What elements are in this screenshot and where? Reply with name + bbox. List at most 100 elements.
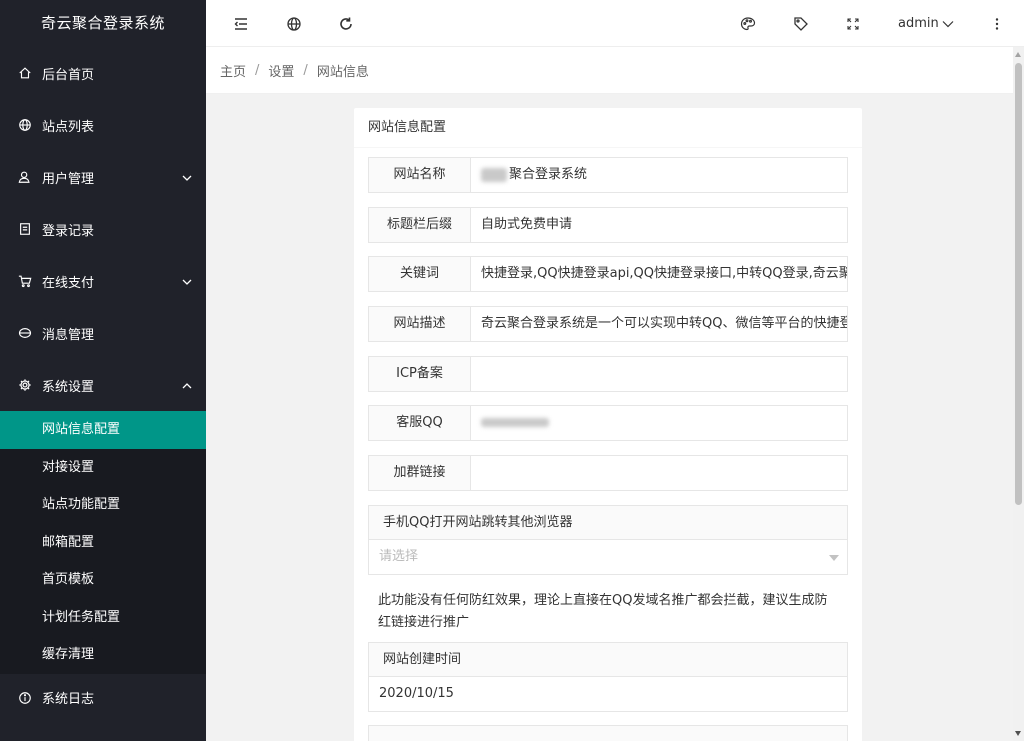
redacted-blur [481, 418, 549, 428]
select-title: 手机QQ打开网站跳转其他浏览器 [369, 505, 847, 540]
sidebar-item-label: 在线支付 [42, 275, 95, 291]
chevron-down-icon [942, 20, 954, 27]
cart-icon [18, 274, 32, 288]
tag-button[interactable] [781, 0, 821, 47]
scroll-down-icon[interactable] [1015, 731, 1021, 736]
field-title-suffix: 标题栏后缀 自助式免费申请 [368, 206, 848, 243]
refresh-icon [340, 17, 352, 30]
top-header: admin [206, 0, 1024, 47]
breadcrumb-settings[interactable]: 设置 [268, 61, 294, 80]
breadcrumb-current: 网站信息 [316, 64, 369, 80]
field-label: 网站描述 [369, 307, 471, 342]
field-site-name: 网站名称 聚合登录系统 [368, 157, 848, 193]
gear-icon [18, 378, 32, 392]
scroll-up-icon[interactable] [1015, 52, 1021, 57]
menu-fold-icon [234, 17, 247, 30]
field-created-time: 网站创建时间 2020/10/15 [368, 641, 848, 712]
fullscreen-button[interactable] [833, 0, 873, 47]
scrollbar-thumb[interactable] [1015, 63, 1022, 505]
description-input[interactable]: 奇云聚合登录系统是一个可以实现中转QQ、微信等平台的快捷登录系统 [471, 307, 847, 342]
field-service-qq: 客服QQ [368, 405, 848, 442]
subnav-item-email[interactable]: 邮箱配置 [0, 524, 206, 562]
sidebar-item-users[interactable]: 用户管理 [0, 151, 206, 203]
field-label: 网站名称 [369, 158, 471, 192]
created-time-value[interactable]: 2020/10/15 [369, 677, 847, 711]
subnav-item-integration[interactable]: 对接设置 [0, 449, 206, 487]
site-name-input[interactable]: 聚合登录系统 [471, 158, 847, 192]
sidebar-item-system-log[interactable]: 系统日志 [0, 674, 206, 722]
subnav-item-site-info[interactable]: 网站信息配置 [0, 411, 206, 449]
field-description: 网站描述 奇云聚合登录系统是一个可以实现中转QQ、微信等平台的快捷登录系统 [368, 306, 848, 343]
sidebar-item-home[interactable]: 后台首页 [0, 47, 206, 99]
select-placeholder: 请选择 [379, 548, 419, 564]
breadcrumb-separator: / [303, 62, 308, 78]
field-group-link: 加群链接 [368, 455, 848, 492]
sidebar-item-messages[interactable]: 消息管理 [0, 307, 206, 359]
redirect-tip-text: 此功能没有任何防红效果，理论上直接在QQ发域名推广都会拦截，建议生成防红链接进行… [378, 592, 828, 630]
fullscreen-icon [847, 17, 859, 30]
chevron-up-icon [182, 383, 192, 389]
sidebar: 奇云聚合登录系统 后台首页 站点列表 用户管理 登录记录 在线支付 消息管理 系… [0, 0, 206, 741]
more-options-button[interactable] [977, 0, 1017, 47]
field-label: 关键词 [369, 257, 471, 292]
chevron-down-icon [182, 279, 192, 285]
sidebar-item-payment[interactable]: 在线支付 [0, 255, 206, 307]
username: admin [898, 16, 939, 31]
keywords-input[interactable]: 快捷登录,QQ快捷登录api,QQ快捷登录接口,中转QQ登录,奇云聚合登录 [471, 257, 847, 292]
page-scrollbar[interactable] [1013, 47, 1024, 741]
subnav-item-cache-clear[interactable]: 缓存清理 [0, 636, 206, 674]
sidebar-item-label: 站点列表 [42, 119, 95, 135]
sidebar-item-system-settings[interactable]: 系统设置 [0, 359, 206, 411]
service-qq-input[interactable] [471, 406, 847, 441]
view-site-button[interactable] [274, 0, 314, 47]
redacted-blur [481, 167, 507, 182]
sidebar-item-login-records[interactable]: 登录记录 [0, 203, 206, 255]
sidebar-item-label: 后台首页 [42, 67, 95, 83]
field-label: 加群链接 [369, 456, 471, 491]
field-label: ICP备案 [369, 356, 471, 391]
breadcrumb: 主页 / 设置 / 网站信息 [206, 47, 1013, 94]
main-content: 网站信息配置 网站名称 聚合登录系统 标题栏后缀 自助式免费申请 关键词 快捷登… [206, 94, 1013, 741]
site-info-card: 网站信息配置 网站名称 聚合登录系统 标题栏后缀 自助式免费申请 关键词 快捷登… [354, 108, 862, 741]
sidebar-item-sites[interactable]: 站点列表 [0, 99, 206, 151]
system-settings-submenu: 网站信息配置 对接设置 站点功能配置 邮箱配置 首页模板 计划任务配置 缓存清理 [0, 411, 206, 674]
field-label: 客服QQ [369, 406, 471, 441]
field-label: 标题栏后缀 [369, 207, 471, 242]
theme-button[interactable] [728, 0, 768, 47]
refresh-button[interactable] [326, 0, 366, 47]
toggle-sidebar-button[interactable] [221, 0, 261, 47]
globe-icon [287, 16, 301, 31]
app-logo-title: 奇云聚合登录系统 [0, 0, 206, 47]
globe-icon [18, 118, 32, 132]
next-field-title [369, 725, 847, 741]
created-time-title: 网站创建时间 [369, 642, 847, 677]
chevron-down-icon [182, 175, 192, 181]
sidebar-item-label: 系统日志 [42, 692, 95, 707]
document-icon [18, 222, 32, 236]
message-icon [18, 326, 32, 340]
more-vertical-icon [995, 17, 999, 30]
sidebar-item-label: 消息管理 [42, 327, 95, 343]
subnav-item-site-features[interactable]: 站点功能配置 [0, 486, 206, 524]
field-icp: ICP备案 [368, 355, 848, 392]
tag-icon [794, 16, 808, 31]
sidebar-item-label: 登录记录 [42, 223, 95, 239]
breadcrumb-home[interactable]: 主页 [220, 61, 246, 80]
mobile-qq-redirect-select[interactable]: 请选择 [369, 540, 847, 574]
breadcrumb-separator: / [255, 62, 260, 78]
next-field-partial [368, 724, 848, 741]
title-suffix-input[interactable]: 自助式免费申请 [471, 207, 847, 242]
dropdown-triangle-icon [829, 554, 839, 561]
field-keywords: 关键词 快捷登录,QQ快捷登录api,QQ快捷登录接口,中转QQ登录,奇云聚合登… [368, 256, 848, 293]
group-link-input[interactable] [471, 456, 847, 491]
subnav-item-scheduled-tasks[interactable]: 计划任务配置 [0, 599, 206, 637]
site-name-value: 聚合登录系统 [509, 167, 588, 182]
user-menu[interactable]: admin [898, 0, 955, 47]
home-icon [18, 66, 32, 80]
icp-input[interactable] [471, 356, 847, 391]
sidebar-item-label: 系统设置 [42, 379, 95, 395]
user-icon [18, 170, 32, 184]
subnav-item-homepage-template[interactable]: 首页模板 [0, 561, 206, 599]
field-mobile-qq-redirect: 手机QQ打开网站跳转其他浏览器 请选择 [368, 504, 848, 575]
info-icon [18, 691, 32, 705]
